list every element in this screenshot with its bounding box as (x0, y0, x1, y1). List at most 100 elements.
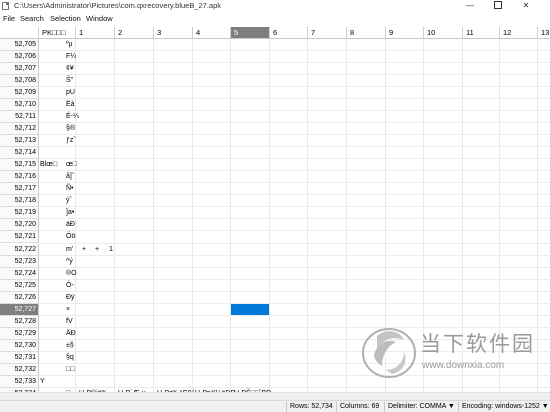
menu-window[interactable]: Window (86, 14, 113, 23)
row-header[interactable]: 52,726 (0, 291, 39, 304)
grid-row-line (39, 206, 550, 208)
column-header[interactable]: 2 (115, 27, 154, 39)
selected-cell[interactable] (231, 304, 269, 316)
row-header[interactable]: 52,708 (0, 75, 39, 88)
table-cell[interactable]: ±§ (66, 340, 86, 352)
row-header[interactable]: 52,732 (0, 363, 39, 376)
column-header[interactable]: 4 (193, 27, 231, 39)
table-cell[interactable]: Ðÿ (66, 292, 86, 304)
row-header[interactable]: 52,722 (0, 243, 39, 256)
table-cell[interactable]: × (66, 304, 86, 316)
column-header[interactable]: 8 (347, 27, 386, 39)
grid-row-line (39, 50, 550, 52)
row-header[interactable]: 52,723 (0, 255, 39, 268)
table-cell[interactable]: □□ (66, 364, 86, 376)
horizontal-scrollbar[interactable] (0, 392, 550, 400)
row-header[interactable]: 52,733 (0, 375, 39, 388)
status-encoding[interactable]: Encoding: windows-1252 ▼ (458, 402, 550, 412)
status-delimiter[interactable]: Delimiter: COMMA ▼ (384, 402, 458, 412)
table-cell[interactable]: ºµ (66, 39, 86, 51)
table-cell[interactable]: Ó- (66, 280, 86, 292)
row-header[interactable]: 52,718 (0, 195, 39, 208)
row-header[interactable]: 52,727 (0, 303, 39, 316)
table-cell[interactable]: Ëà (66, 99, 86, 111)
watermark-url: www.downxia.com (422, 360, 505, 371)
grid-row-line (39, 182, 550, 184)
menu-selection[interactable]: Selection (50, 14, 81, 23)
row-header[interactable]: 52,721 (0, 231, 39, 244)
column-header[interactable]: 13 (538, 27, 550, 39)
column-header[interactable]: 6 (270, 27, 308, 39)
window-title: C:\Users\Administrator\Pictures\com.qxre… (14, 1, 222, 10)
table-cell[interactable]: ÄÐ (66, 328, 86, 340)
grid-row-line (39, 146, 550, 148)
table-cell[interactable]: Š” (66, 75, 86, 87)
column-header[interactable]: 9 (386, 27, 424, 39)
column-header[interactable]: PK□□□ (39, 27, 76, 39)
grid-row-line (39, 86, 550, 88)
column-header[interactable]: 3 (154, 27, 193, 39)
column-header[interactable]: 11 (463, 27, 500, 39)
table-cell[interactable]: + (95, 244, 105, 256)
row-header[interactable]: 52,731 (0, 351, 39, 364)
table-cell[interactable]: ^ý (66, 256, 86, 268)
table-cell[interactable]: §q (66, 352, 86, 364)
row-header[interactable]: 52,706 (0, 51, 39, 64)
table-cell[interactable]: å]ˆ (66, 171, 86, 183)
table-cell[interactable]: + (82, 244, 92, 256)
column-header[interactable]: 12 (500, 27, 538, 39)
maximize-button[interactable] (485, 0, 511, 13)
column-header[interactable]: 7 (308, 27, 347, 39)
row-header[interactable]: 52,725 (0, 279, 39, 292)
table-cell[interactable]: ýˆ (66, 195, 86, 207)
table-cell[interactable]: §® (66, 123, 86, 135)
table-cell[interactable]: F¼ (66, 51, 86, 63)
row-header[interactable]: 52,730 (0, 339, 39, 352)
row-header[interactable]: 52,729 (0, 327, 39, 340)
table-cell[interactable]: Y (40, 376, 77, 388)
row-header[interactable]: 52,709 (0, 87, 39, 100)
row-header[interactable]: 52,724 (0, 267, 39, 280)
row-header[interactable]: 52,705 (0, 39, 39, 51)
row-header[interactable]: 52,707 (0, 63, 39, 76)
row-header[interactable]: 52,711 (0, 111, 39, 124)
close-button[interactable]: ✕ (513, 0, 539, 13)
menu-file[interactable]: File (3, 14, 15, 23)
row-header[interactable]: 52,710 (0, 99, 39, 112)
row-header[interactable]: 52,715 (0, 159, 39, 172)
title-bar: C:\Users\Administrator\Pictures\com.qxre… (0, 0, 550, 13)
row-header[interactable]: 52,728 (0, 315, 39, 328)
row-header[interactable]: 52,717 (0, 183, 39, 196)
maximize-icon (494, 0, 502, 9)
minimize-button[interactable]: — (457, 0, 483, 13)
row-header[interactable]: 52,716 (0, 171, 39, 184)
table-cell[interactable]: äÐ (66, 219, 86, 231)
table-cell[interactable]: É-¼ (66, 111, 86, 123)
grid-row-line (39, 290, 550, 292)
column-header[interactable]: 5 (231, 27, 270, 39)
grid-row-line (39, 170, 550, 172)
grid-row-line (39, 230, 550, 232)
table-cell[interactable]: Öö (66, 231, 86, 243)
menu-search[interactable]: Search (20, 14, 44, 23)
column-header[interactable]: 10 (424, 27, 463, 39)
row-header[interactable]: 52,720 (0, 219, 39, 232)
table-cell[interactable]: œ□ (66, 159, 86, 171)
watermark: 当下软件园 www.downxia.com (358, 318, 550, 390)
table-cell[interactable]: Ñ• (66, 183, 86, 195)
column-header[interactable]: 1 (76, 27, 115, 39)
table-cell[interactable]: 1 (109, 244, 119, 256)
table-cell[interactable]: ®O (66, 268, 86, 280)
row-header[interactable]: 52,714 (0, 147, 39, 160)
row-header[interactable]: 52,719 (0, 207, 39, 220)
app-icon (2, 2, 9, 10)
table-cell[interactable]: pU (66, 87, 86, 99)
corner-header[interactable] (0, 27, 39, 39)
table-cell[interactable]: ¢¥ (66, 63, 86, 75)
row-header[interactable]: 52,713 (0, 135, 39, 148)
table-cell[interactable]: ƒzˆ (66, 135, 86, 147)
table-cell[interactable]: ]a• (66, 207, 86, 219)
table-cell[interactable]: fV (66, 316, 86, 328)
row-header[interactable]: 52,712 (0, 123, 39, 136)
watermark-text: 当下软件园 (420, 333, 535, 356)
